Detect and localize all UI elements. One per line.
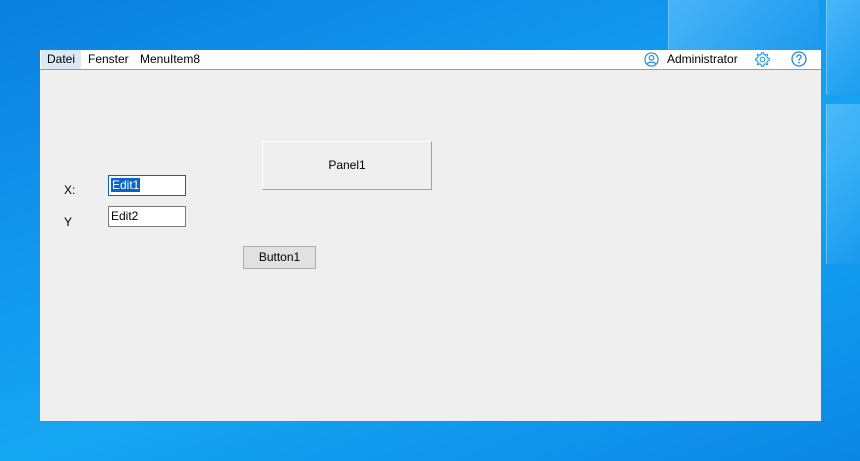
button1[interactable]: Button1 — [243, 246, 316, 269]
edit2-input[interactable]: Edit2 — [108, 206, 186, 227]
user-circle-icon[interactable] — [644, 52, 659, 67]
y-label: Y — [64, 215, 73, 229]
menu-bar: Datei Fenster MenuItem8 Administrator — [40, 50, 821, 70]
panel1: Panel1 — [262, 141, 432, 190]
windows-logo-pane — [826, 104, 860, 264]
windows-logo-pane — [668, 0, 819, 50]
edit1-selected-text: Edit1 — [111, 178, 141, 192]
desktop-background: Datei Fenster MenuItem8 Administrator X:… — [0, 0, 860, 461]
user-name[interactable]: Administrator — [667, 50, 738, 69]
app-window: Datei Fenster MenuItem8 Administrator X:… — [40, 50, 821, 421]
menu-item-datei[interactable]: Datei — [41, 50, 82, 69]
gear-icon[interactable] — [754, 51, 771, 68]
edit1-input[interactable]: Edit1 — [108, 175, 186, 196]
windows-logo-pane — [826, 0, 860, 95]
menu-item-menuitem8[interactable]: MenuItem8 — [134, 50, 206, 69]
menu-item-fenster[interactable]: Fenster — [82, 50, 135, 69]
help-icon[interactable] — [791, 51, 807, 67]
x-label: X: — [64, 183, 76, 197]
